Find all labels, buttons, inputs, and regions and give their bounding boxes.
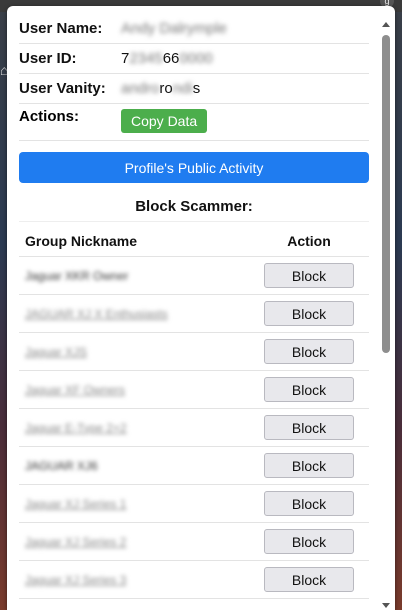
extension-popup: User Name: Andy Dalrymple User ID: 72345…: [7, 6, 395, 610]
user-name-label: User Name:: [19, 20, 103, 37]
action-cell: Block: [249, 332, 369, 371]
scroll-up-arrow-icon[interactable]: [382, 22, 390, 27]
user-vanity-hidden: andro: [121, 80, 160, 97]
scroll-down-arrow-icon[interactable]: [382, 603, 390, 608]
public-activity-button[interactable]: Profile's Public Activity: [19, 152, 369, 183]
user-id-label: User ID:: [19, 50, 77, 67]
user-vanity-mid: ro: [159, 80, 173, 97]
user-vanity-hidden2: ndi: [172, 80, 193, 97]
block-button[interactable]: Block: [264, 529, 354, 554]
group-nickname-link[interactable]: Jaguar XF Owners: [19, 370, 249, 409]
copy-data-button[interactable]: Copy Data: [121, 109, 208, 133]
block-button[interactable]: Block: [264, 491, 354, 516]
block-scammer-title: Block Scammer:: [19, 198, 369, 222]
user-id-suffix-hidden: 0000: [179, 50, 213, 67]
vertical-scrollbar[interactable]: [380, 18, 392, 610]
user-id-row: User ID: 72345660000: [19, 44, 369, 74]
group-nickname-link[interactable]: Jaguar XJ Series 1: [19, 484, 249, 523]
block-button[interactable]: Block: [264, 301, 354, 326]
block-button[interactable]: Block: [264, 339, 354, 364]
block-button[interactable]: Block: [264, 377, 354, 402]
group-nickname-link[interactable]: Jaguar XJ Series 2: [19, 522, 249, 561]
group-nickname-link[interactable]: JAGUAR XJ6: [19, 446, 249, 485]
user-id-mid: 66: [162, 50, 180, 67]
user-vanity-value: androrondis: [121, 80, 200, 97]
table-row: Jaguar E-Type 2+2 Block: [19, 408, 369, 447]
block-button[interactable]: Block: [264, 567, 354, 592]
block-button[interactable]: Block: [264, 453, 354, 478]
table-row: Jaguar XJ Series 1 Block: [19, 484, 369, 523]
action-cell: Block: [249, 446, 369, 485]
user-vanity-row: User Vanity: androrondis: [19, 74, 369, 104]
action-cell: Block: [249, 294, 369, 333]
popup-content: User Name: Andy Dalrymple User ID: 72345…: [19, 14, 369, 599]
user-name-row: User Name: Andy Dalrymple: [19, 14, 369, 44]
table-row: Jaguar XKR Owner Block: [19, 256, 369, 295]
action-cell: Block: [249, 408, 369, 447]
block-table: Group Nickname Action Jaguar XKR Owner B…: [19, 226, 369, 599]
table-row: JAGUAR XJ X Enthusiasts Block: [19, 294, 369, 333]
user-vanity-label: User Vanity:: [19, 80, 106, 97]
action-column-header: Action: [249, 226, 369, 257]
actions-row: Actions: Copy Data: [19, 104, 369, 141]
table-row: Jaguar XJS Block: [19, 332, 369, 371]
user-name-value: Andy Dalrymple: [121, 20, 227, 37]
group-nickname-link[interactable]: Jaguar XKR Owner: [19, 256, 249, 295]
action-cell: Block: [249, 560, 369, 599]
scrollbar-thumb[interactable]: [382, 35, 390, 353]
user-id-hidden: 2345: [129, 50, 163, 67]
action-cell: Block: [249, 256, 369, 295]
user-vanity-end: s: [192, 80, 201, 97]
table-row: Jaguar XJ Series 2 Block: [19, 522, 369, 561]
action-cell: Block: [249, 484, 369, 523]
user-id-value: 72345660000: [121, 50, 213, 67]
group-nickname-link[interactable]: Jaguar XJ Series 3: [19, 560, 249, 599]
group-nickname-link[interactable]: Jaguar E-Type 2+2: [19, 408, 249, 447]
group-nickname-link[interactable]: Jaguar XJS: [19, 332, 249, 371]
table-row: JAGUAR XJ6 Block: [19, 446, 369, 485]
nickname-column-header: Group Nickname: [19, 226, 249, 257]
action-cell: Block: [249, 522, 369, 561]
table-row: Jaguar XF Owners Block: [19, 370, 369, 409]
block-button[interactable]: Block: [264, 263, 354, 288]
block-button[interactable]: Block: [264, 415, 354, 440]
actions-label: Actions:: [19, 108, 79, 125]
group-nickname-link[interactable]: JAGUAR XJ X Enthusiasts: [19, 294, 249, 333]
action-cell: Block: [249, 370, 369, 409]
table-header-row: Group Nickname Action: [19, 226, 369, 257]
table-row: Jaguar XJ Series 3 Block: [19, 560, 369, 599]
